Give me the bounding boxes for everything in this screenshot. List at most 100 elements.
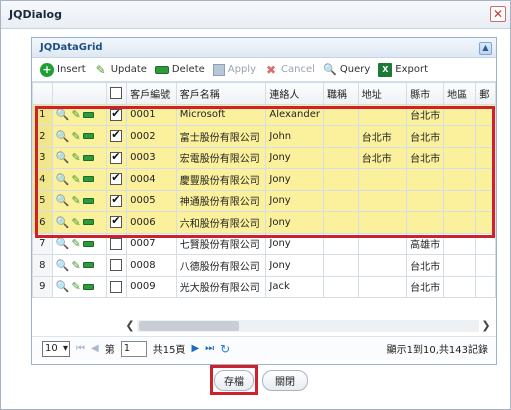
delete-button[interactable]: Delete: [154, 64, 205, 75]
row-select[interactable]: [106, 103, 128, 126]
row-select[interactable]: [106, 146, 128, 169]
export-button[interactable]: X Export: [378, 62, 428, 77]
last-page-icon[interactable]: ⏭: [205, 343, 214, 354]
cell-contact: John: [265, 125, 324, 148]
view-icon[interactable]: 🔍: [56, 216, 70, 229]
row-select[interactable]: [106, 275, 128, 298]
edit-icon[interactable]: ✎: [71, 173, 80, 186]
row-select[interactable]: [106, 297, 128, 298]
delete-row-icon[interactable]: [82, 219, 94, 226]
col-header[interactable]: 連絡人: [265, 82, 324, 105]
table-row[interactable]: 6🔍✎ 0006六和股份有限公司Jony: [32, 211, 496, 234]
scroll-right-icon[interactable]: ❯: [479, 319, 493, 333]
cancel-button[interactable]: ✖ Cancel: [264, 63, 315, 77]
table-row[interactable]: 2🔍✎ 0002富士股份有限公司John 台北市台北市: [32, 125, 496, 148]
cell-title: [322, 189, 359, 212]
view-icon[interactable]: 🔍: [56, 237, 70, 250]
delete-row-icon[interactable]: [82, 111, 94, 118]
col-header[interactable]: 客戶名稱: [175, 82, 267, 105]
table-row[interactable]: 7 🔍 ✎ 0007 七賢股份有限公司 Jony 高雄市: [32, 232, 496, 255]
delete-row-icon[interactable]: [82, 133, 94, 140]
edit-icon[interactable]: ✎: [71, 194, 80, 207]
horizontal-scrollbar[interactable]: ❮ ❯: [123, 319, 493, 333]
select-all-checkbox[interactable]: [110, 87, 123, 100]
row-checkbox[interactable]: [110, 259, 123, 272]
next-page-icon[interactable]: ▶: [191, 343, 199, 354]
row-checkbox[interactable]: [110, 237, 123, 250]
delete-row-icon[interactable]: [82, 240, 94, 247]
delete-row-icon[interactable]: [82, 283, 94, 290]
edit-icon[interactable]: ✎: [71, 237, 80, 250]
edit-icon[interactable]: ✎: [71, 259, 80, 272]
row-checkbox[interactable]: [110, 128, 123, 143]
edit-icon[interactable]: ✎: [71, 151, 80, 164]
close-icon[interactable]: ✕: [490, 6, 506, 22]
row-checkbox[interactable]: [110, 107, 123, 121]
page-size-select[interactable]: 10 ▾: [42, 340, 70, 357]
row-number: 6: [32, 211, 53, 234]
edit-icon[interactable]: ✎: [71, 216, 80, 229]
page-number-input[interactable]: 1: [120, 340, 147, 357]
update-label: Update: [110, 64, 147, 75]
table-row[interactable]: 3🔍✎ 0003宏電股份有限公司Jony 台北市台北市: [32, 146, 496, 169]
row-checkbox[interactable]: [110, 150, 123, 164]
col-header[interactable]: 地址: [357, 82, 408, 105]
scroll-left-icon[interactable]: ❮: [123, 319, 137, 333]
table-row[interactable]: 4🔍✎ 0004慶豐股份有限公司Jony: [32, 168, 496, 191]
cell-contact: Jony: [265, 254, 324, 277]
col-header[interactable]: 客戶編號: [126, 82, 177, 105]
table-row[interactable]: 5🔍✎ 0005神通股份有限公司Jony: [32, 189, 496, 212]
view-icon[interactable]: 🔍: [56, 173, 70, 186]
cell-city: 台北市: [406, 103, 445, 126]
row-select[interactable]: [106, 168, 128, 191]
view-icon[interactable]: 🔍: [56, 130, 70, 143]
magnifier-icon: 🔍: [323, 63, 337, 76]
view-icon[interactable]: 🔍: [56, 280, 70, 293]
row-checkbox[interactable]: [110, 280, 123, 293]
table-row[interactable]: 1🔍✎ 0001MicrosoftAlexander 台北市: [32, 103, 496, 126]
col-header[interactable]: 郵: [475, 82, 496, 105]
delete-row-icon[interactable]: [82, 197, 94, 204]
view-icon[interactable]: 🔍: [56, 194, 70, 207]
row-select[interactable]: [106, 189, 128, 212]
edit-icon[interactable]: ✎: [71, 108, 80, 121]
edit-icon[interactable]: ✎: [71, 280, 80, 293]
close-button[interactable]: 關閉: [262, 370, 308, 391]
table-row[interactable]: 9 🔍 ✎ 0009 光大股份有限公司 Jack 台北市: [32, 275, 496, 298]
scroll-thumb[interactable]: [139, 321, 239, 331]
delete-row-icon[interactable]: [82, 154, 94, 161]
delete-row-icon[interactable]: [82, 176, 94, 183]
row-select[interactable]: [106, 232, 128, 255]
update-button[interactable]: ✎ Update: [94, 63, 147, 77]
view-icon[interactable]: 🔍: [56, 259, 70, 272]
prev-page-icon[interactable]: ◀: [91, 343, 99, 354]
scroll-track[interactable]: [137, 320, 479, 332]
page-label-suffix: 共15頁: [152, 345, 186, 356]
save-button[interactable]: 存檔: [214, 370, 254, 391]
table-row[interactable]: 10🔍✎ 0010十股股份有限公司Mike: [32, 297, 496, 298]
cell-contact: Mike: [265, 297, 324, 298]
edit-icon[interactable]: ✎: [71, 130, 80, 143]
first-page-icon[interactable]: ⏮: [76, 343, 85, 354]
view-icon[interactable]: 🔍: [56, 151, 70, 164]
row-select[interactable]: [106, 125, 128, 148]
collapse-icon[interactable]: ▲: [479, 42, 492, 55]
apply-button[interactable]: Apply: [212, 63, 256, 76]
query-button[interactable]: 🔍 Query: [323, 63, 370, 77]
row-checkbox[interactable]: [110, 193, 123, 207]
insert-button[interactable]: + Insert: [40, 62, 86, 77]
table-row[interactable]: 8 🔍 ✎ 0008 八德股份有限公司 Jony 台北市: [32, 254, 496, 277]
delete-row-icon[interactable]: [82, 262, 94, 269]
view-icon[interactable]: 🔍: [56, 108, 70, 121]
refresh-icon[interactable]: ↻: [220, 342, 230, 356]
select-all-header[interactable]: [106, 82, 128, 105]
col-header[interactable]: 縣市: [406, 82, 445, 105]
col-header[interactable]: 職稱: [322, 82, 359, 105]
row-select[interactable]: [106, 254, 128, 277]
row-checkbox[interactable]: [110, 214, 123, 229]
row-select[interactable]: [106, 211, 128, 234]
col-header[interactable]: 地區: [443, 82, 477, 105]
plus-icon: +: [40, 62, 54, 77]
row-checkbox[interactable]: [110, 171, 123, 186]
cell-region: [443, 146, 477, 169]
